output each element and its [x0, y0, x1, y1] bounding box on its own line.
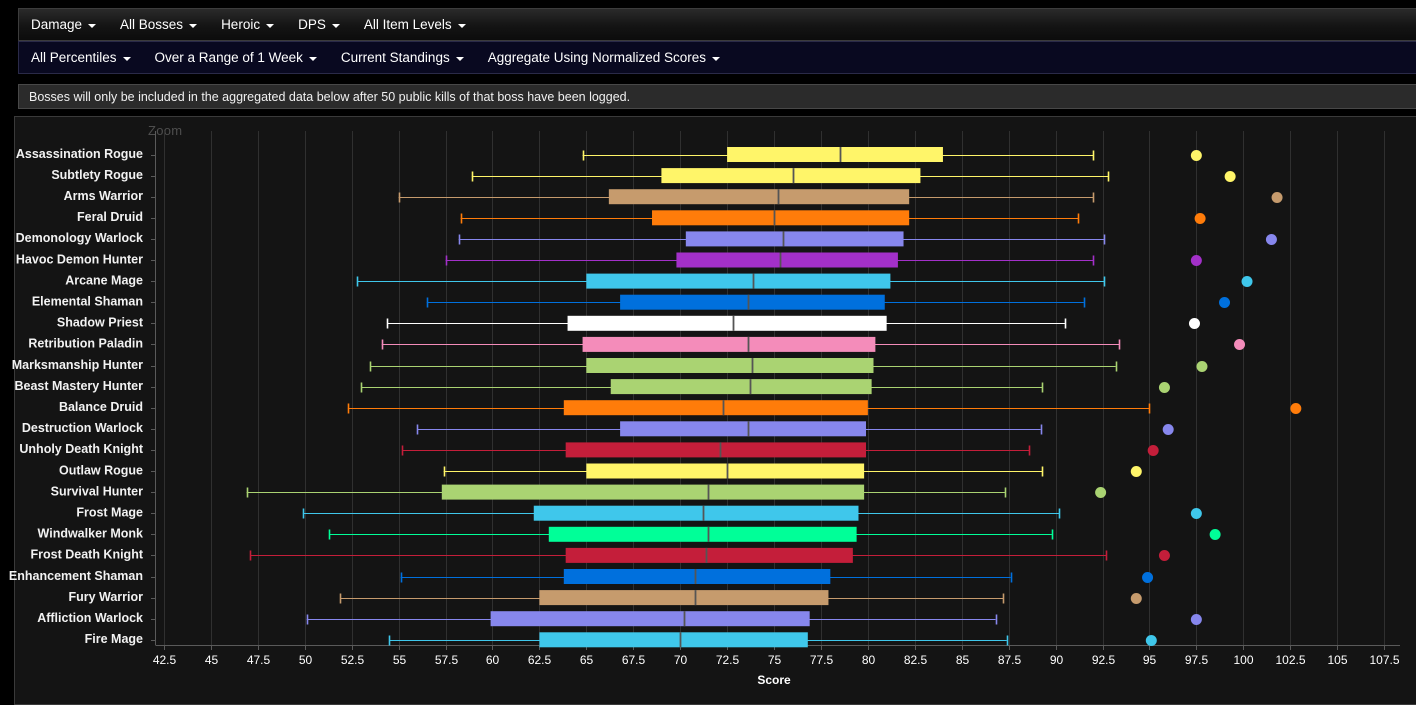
chevron-down-icon	[712, 56, 721, 61]
chart-panel	[14, 116, 1416, 705]
chevron-down-icon	[331, 23, 340, 28]
menu-aggregate-normalized[interactable]: Aggregate Using Normalized Scores	[476, 42, 732, 73]
secondary-filter-toolbar: All Percentiles Over a Range of 1 Week Cur…	[18, 41, 1416, 74]
menu-range-1-week-label: Over a Range of 1 Week	[154, 50, 303, 65]
menu-current-standings[interactable]: Current Standings	[329, 42, 476, 73]
chevron-down-icon	[455, 56, 464, 61]
primary-filter-toolbar: Damage All Bosses Heroic DPS All Item Levels	[18, 8, 1416, 41]
chevron-down-icon	[266, 23, 275, 28]
notice-text: Bosses will only be included in the aggr…	[29, 89, 631, 104]
menu-current-standings-label: Current Standings	[340, 50, 450, 65]
menu-all-percentiles-label: All Percentiles	[31, 50, 117, 65]
chevron-down-icon	[88, 23, 97, 28]
menu-range-1-week[interactable]: Over a Range of 1 Week	[143, 42, 329, 73]
notice-bar: Bosses will only be included in the aggr…	[18, 84, 1416, 109]
chevron-down-icon	[122, 56, 131, 61]
menu-damage[interactable]: Damage	[19, 9, 108, 40]
menu-all-percentiles[interactable]: All Percentiles	[19, 42, 143, 73]
menu-all-item-levels[interactable]: All Item Levels	[352, 9, 478, 40]
menu-heroic[interactable]: Heroic	[209, 9, 286, 40]
chevron-down-icon	[457, 23, 466, 28]
menu-all-bosses-label: All Bosses	[120, 17, 184, 32]
menu-dps[interactable]: DPS	[286, 9, 352, 40]
zoom-label: Zoom	[148, 123, 183, 138]
chevron-down-icon	[189, 23, 198, 28]
menu-damage-label: Damage	[31, 17, 83, 32]
menu-dps-label: DPS	[298, 17, 326, 32]
app-root: Damage All Bosses Heroic DPS All Item Levels…	[0, 0, 1416, 705]
menu-all-bosses[interactable]: All Bosses	[108, 9, 209, 40]
chevron-down-icon	[308, 56, 317, 61]
menu-aggregate-normalized-label: Aggregate Using Normalized Scores	[487, 50, 707, 65]
menu-all-item-levels-label: All Item Levels	[363, 17, 452, 32]
menu-heroic-label: Heroic	[221, 17, 261, 32]
